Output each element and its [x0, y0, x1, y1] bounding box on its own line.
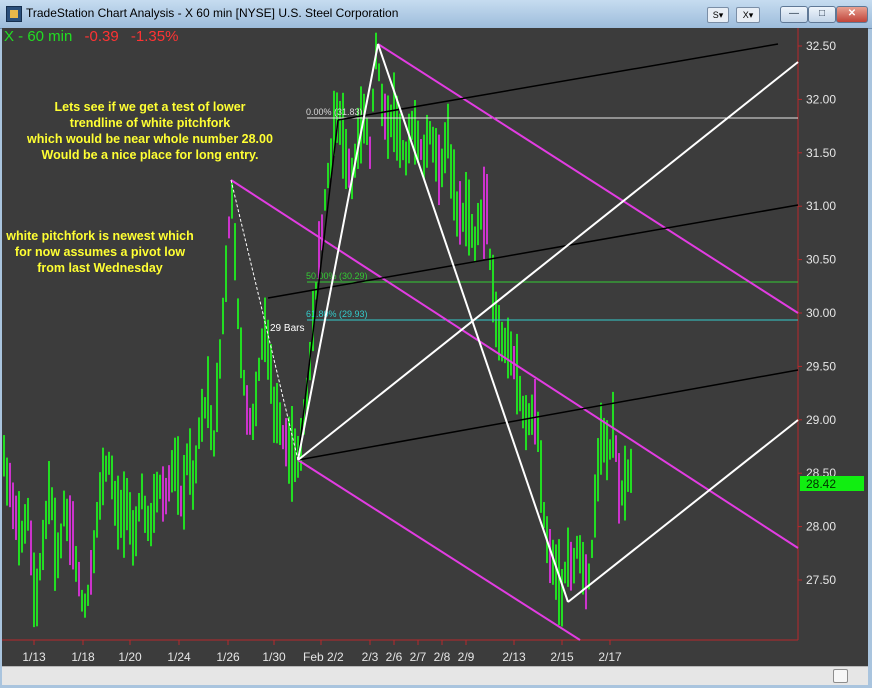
chart-canvas[interactable]: 32.50 32.00 31.50 31.00 30.50 30.00 29.50 29.00… — [2, 28, 868, 666]
price-tick-label: 32.00 — [806, 92, 836, 106]
price-change: -0.39 — [85, 28, 119, 45]
time-tick-label: 2/7 — [410, 650, 427, 664]
time-tick-label: Feb 2/2 — [303, 650, 344, 664]
last-price-value: 28.42 — [806, 477, 836, 491]
format-button-label: X — [742, 10, 749, 20]
style-button-label: S — [712, 10, 719, 20]
tradestation-app-icon — [6, 6, 22, 22]
fib-0-label: 0.00% (31.83) — [306, 107, 363, 117]
title-bar[interactable]: TradeStation Chart Analysis - X 60 min [… — [0, 0, 872, 29]
price-tick-label: 30.50 — [806, 253, 836, 267]
time-tick-label: 1/13 — [22, 650, 46, 664]
application-window: TradeStation Chart Analysis - X 60 min [… — [0, 0, 872, 688]
price-tick-label: 28.00 — [806, 520, 836, 534]
time-tick-label: 2/3 — [362, 650, 379, 664]
close-button[interactable]: ✕ — [836, 6, 868, 23]
annotation-line: which would be near whole number 28.00 — [26, 132, 273, 146]
time-tick-label: 2/6 — [386, 650, 403, 664]
scrollbar-thumb[interactable] — [833, 669, 848, 683]
symbol-label: X - 60 min — [4, 28, 72, 45]
price-tick-label: 29.50 — [806, 359, 836, 373]
price-tick-label: 31.50 — [806, 146, 836, 160]
annotation-line: white pitchfork is newest which — [5, 229, 194, 243]
time-tick-label: 2/9 — [458, 650, 475, 664]
style-dropdown-button[interactable]: S▾ — [707, 7, 729, 23]
annotation-line: Would be a nice place for long entry. — [42, 148, 259, 162]
fib-50-label: 50.00% (30.29) — [306, 271, 368, 281]
time-tick-label: 1/24 — [167, 650, 191, 664]
price-axis: 32.50 32.00 31.50 31.00 30.50 30.00 29.50 29.00… — [798, 39, 836, 587]
bars-count-label: 29 Bars — [270, 323, 304, 334]
price-tick-label: 27.50 — [806, 573, 836, 587]
price-tick-label: 32.50 — [806, 39, 836, 53]
maximize-button[interactable]: □ — [808, 6, 836, 23]
time-axis: 1/13 1/18 1/20 1/24 1/26 1/30 Feb 2/2 2/3 2/6 2/7… — [22, 640, 622, 664]
time-tick-label: 2/13 — [502, 650, 526, 664]
price-chart[interactable]: 32.50 32.00 31.50 31.00 30.50 30.00 29.50 29.00… — [2, 28, 868, 666]
price-tick-label: 31.00 — [806, 199, 836, 213]
annotation-line: from last Wednesday — [37, 261, 163, 275]
time-tick-label: 2/8 — [434, 650, 451, 664]
price-change-pct: -1.35% — [131, 28, 179, 45]
price-tick-label: 29.00 — [806, 413, 836, 427]
time-tick-label: 1/18 — [71, 650, 95, 664]
symbol-header: X - 60 min -0.39 -1.35% — [4, 28, 178, 45]
time-tick-label: 1/20 — [118, 650, 142, 664]
time-tick-label: 2/15 — [550, 650, 574, 664]
price-tick-label: 30.00 — [806, 306, 836, 320]
annotation-line: for now assumes a pivot low — [15, 245, 185, 259]
annotation-line: trendline of white pitchfork — [70, 116, 230, 130]
time-tick-label: 1/26 — [216, 650, 240, 664]
annotation-line: Lets see if we get a test of lower — [54, 100, 245, 114]
format-dropdown-button[interactable]: X▾ — [736, 7, 760, 23]
time-tick-label: 2/17 — [598, 650, 622, 664]
horizontal-scrollbar[interactable] — [2, 666, 868, 685]
time-tick-label: 1/30 — [262, 650, 286, 664]
window-title: TradeStation Chart Analysis - X 60 min [… — [26, 6, 399, 20]
minimize-button[interactable]: — — [780, 6, 808, 23]
